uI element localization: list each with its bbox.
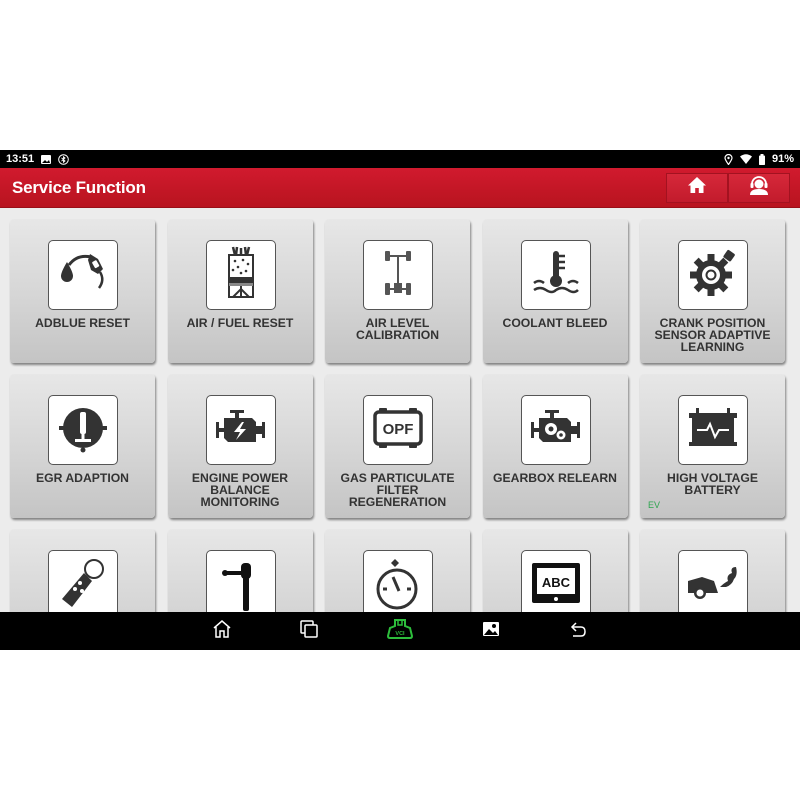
tile-engine-power-balance-monitoring[interactable]: ENGINE POWER BALANCE MONITORING <box>167 374 313 518</box>
status-bar: 13:51 91% <box>0 150 800 168</box>
page-title: Service Function <box>12 177 146 197</box>
tile-display-text[interactable]: ABC <box>482 529 628 612</box>
crank-gear-sensor-icon <box>687 247 739 304</box>
bluetooth-icon <box>58 153 69 165</box>
engine-gears-icon <box>529 408 583 453</box>
tile-key-programming[interactable] <box>10 529 155 612</box>
tile-crank-position-sensor-adaptive-learning[interactable]: CRANK POSITION SENSOR ADAPTIVE LEARNING <box>640 219 785 363</box>
nav-screenshot-button[interactable] <box>481 619 501 644</box>
svg-text:OPF: OPF <box>383 421 414 438</box>
egr-valve-icon <box>57 402 109 459</box>
tile-air-fuel-reset[interactable]: AIR / FUEL RESET <box>167 219 313 363</box>
location-icon <box>724 153 733 165</box>
nav-home-button[interactable] <box>212 619 232 644</box>
engine-lightning-icon <box>214 408 268 453</box>
recent-apps-icon <box>299 619 319 644</box>
car-key-fob-icon <box>58 555 108 613</box>
screenshot-gallery-icon <box>481 619 501 644</box>
chassis-axle-icon <box>381 245 415 306</box>
tile-label: GAS PARTICULATE FILTER REGENERATION <box>340 471 455 509</box>
support-button[interactable] <box>728 172 790 203</box>
steering-column-icon <box>219 555 263 613</box>
tile-label: GEARBOX RELEARN <box>493 471 617 485</box>
tile-label: CRANK POSITION SENSOR ADAPTIVE LEARNING <box>654 316 771 354</box>
tile-label: ADBLUE RESET <box>35 316 130 330</box>
ev-badge: EV <box>648 500 661 510</box>
abc-display-icon: ABC <box>530 559 582 612</box>
tile-egr-adaption[interactable]: EGR ADAPTION <box>10 374 155 518</box>
tile-exhaust[interactable] <box>640 529 785 612</box>
service-function-grid[interactable]: ADBLUE RESET AIR / FUEL RESET AIR LEVEL … <box>0 208 800 612</box>
tile-gas-particulate-filter-regeneration[interactable]: OPF GAS PARTICULATE FILTER REGENERATION <box>325 374 470 518</box>
support-headset-icon <box>748 175 770 200</box>
device-screen: 13:51 91% Service Function ADBLUE RESET … <box>0 150 800 650</box>
svg-text:ABC: ABC <box>541 575 570 590</box>
air-fuel-cylinder-icon <box>221 245 261 306</box>
car-exhaust-icon <box>686 561 740 610</box>
opf-filter-icon: OPF <box>371 406 425 455</box>
tile-coolant-bleed[interactable]: COOLANT BLEED <box>482 219 628 363</box>
vci-connector-icon: VCI <box>386 618 414 645</box>
home-button[interactable] <box>666 172 728 203</box>
system-navigation-bar: VCI <box>0 612 800 650</box>
tile-label: AIR / FUEL RESET <box>186 316 294 330</box>
tile-gearbox-relearn[interactable]: GEARBOX RELEARN <box>482 374 628 518</box>
app-header: Service Function <box>0 168 800 208</box>
coolant-temperature-icon <box>531 247 581 304</box>
battery-pulse-icon <box>686 406 740 455</box>
nav-recent-apps-button[interactable] <box>299 619 319 644</box>
tile-air-level-calibration[interactable]: AIR LEVEL CALIBRATION <box>325 219 470 363</box>
battery-icon <box>758 153 765 165</box>
tile-steering-angle[interactable] <box>167 529 313 613</box>
wifi-icon <box>739 154 752 164</box>
back-icon <box>568 619 588 644</box>
tile-high-voltage-battery[interactable]: HIGH VOLTAGE BATTERY EV <box>640 374 785 518</box>
image-notification-icon <box>41 154 52 164</box>
adblue-pump-icon <box>55 248 111 303</box>
tile-adblue-reset[interactable]: ADBLUE RESET <box>10 219 155 363</box>
battery-percentage: 91% <box>771 153 794 165</box>
home-icon <box>212 619 232 644</box>
tile-label: HIGH VOLTAGE BATTERY <box>667 471 758 497</box>
vci-label: VCI <box>395 631 405 637</box>
tile-label: EGR ADAPTION <box>36 471 129 485</box>
tile-label: ENGINE POWER BALANCE MONITORING <box>191 471 289 509</box>
tile-service-interval[interactable] <box>325 529 470 612</box>
tile-label: AIR LEVEL CALIBRATION <box>355 316 440 342</box>
clock: 13:51 <box>6 153 35 165</box>
tile-label: COOLANT BLEED <box>502 316 608 330</box>
nav-back-button[interactable] <box>568 619 588 644</box>
stopwatch-icon <box>373 555 423 613</box>
home-icon <box>687 176 707 199</box>
nav-vci-button[interactable]: VCI <box>386 618 414 645</box>
